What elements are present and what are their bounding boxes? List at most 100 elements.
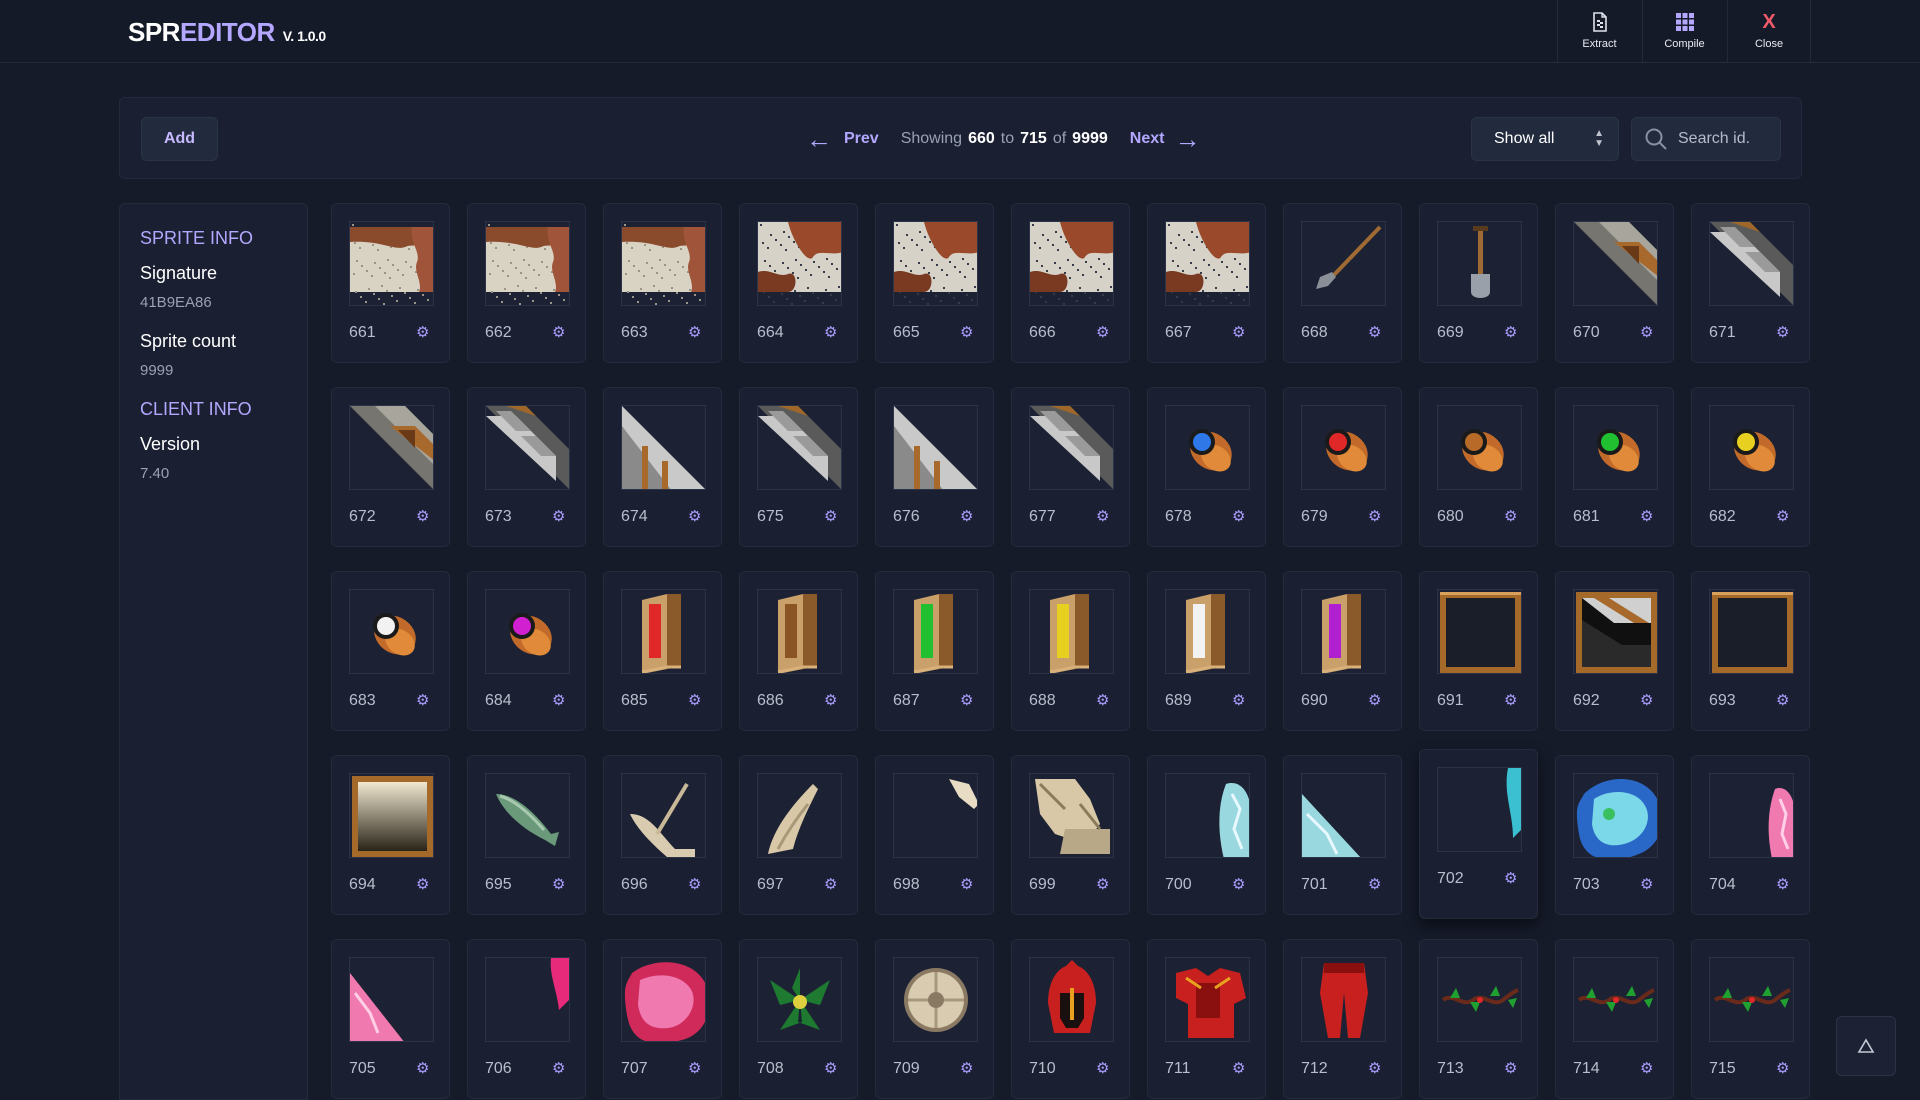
sprite-card[interactable]: 701 ⚙ [1283, 755, 1402, 915]
gear-icon[interactable]: ⚙ [1096, 877, 1110, 892]
gear-icon[interactable]: ⚙ [824, 325, 838, 340]
gear-icon[interactable]: ⚙ [1096, 325, 1110, 340]
sprite-card[interactable]: 714 ⚙ [1555, 939, 1674, 1099]
compile-button[interactable]: Compile [1642, 0, 1726, 62]
sprite-card[interactable]: 678 ⚙ [1147, 387, 1266, 547]
gear-icon[interactable]: ⚙ [1776, 877, 1790, 892]
gear-icon[interactable]: ⚙ [1640, 325, 1654, 340]
gear-icon[interactable]: ⚙ [960, 509, 974, 524]
sprite-card[interactable]: 672 ⚙ [331, 387, 450, 547]
sprite-card[interactable]: 689 ⚙ [1147, 571, 1266, 731]
gear-icon[interactable]: ⚙ [1368, 693, 1382, 708]
gear-icon[interactable]: ⚙ [1096, 1061, 1110, 1076]
sprite-card[interactable]: 708 ⚙ [739, 939, 858, 1099]
gear-icon[interactable]: ⚙ [1232, 877, 1246, 892]
next-arrow-icon[interactable]: → [1174, 126, 1200, 152]
gear-icon[interactable]: ⚙ [1096, 509, 1110, 524]
gear-icon[interactable]: ⚙ [1232, 325, 1246, 340]
gear-icon[interactable]: ⚙ [1368, 1061, 1382, 1076]
sprite-card[interactable]: 681 ⚙ [1555, 387, 1674, 547]
gear-icon[interactable]: ⚙ [416, 1061, 430, 1076]
gear-icon[interactable]: ⚙ [1232, 1061, 1246, 1076]
sprite-card[interactable]: 704 ⚙ [1691, 755, 1810, 915]
sprite-card[interactable]: 675 ⚙ [739, 387, 858, 547]
gear-icon[interactable]: ⚙ [416, 877, 430, 892]
gear-icon[interactable]: ⚙ [824, 1061, 838, 1076]
search-box[interactable] [1631, 117, 1781, 161]
gear-icon[interactable]: ⚙ [1504, 325, 1518, 340]
sprite-card[interactable]: 665 ⚙ [875, 203, 994, 363]
gear-icon[interactable]: ⚙ [416, 509, 430, 524]
gear-icon[interactable]: ⚙ [1368, 325, 1382, 340]
sprite-card[interactable]: 668 ⚙ [1283, 203, 1402, 363]
sprite-card[interactable]: 713 ⚙ [1419, 939, 1538, 1099]
gear-icon[interactable]: ⚙ [688, 509, 702, 524]
gear-icon[interactable]: ⚙ [552, 509, 566, 524]
gear-icon[interactable]: ⚙ [1640, 1061, 1654, 1076]
sprite-card[interactable]: 661 ⚙ [331, 203, 450, 363]
sprite-card[interactable]: 706 ⚙ [467, 939, 586, 1099]
gear-icon[interactable]: ⚙ [1232, 693, 1246, 708]
gear-icon[interactable]: ⚙ [416, 693, 430, 708]
sprite-card[interactable]: 707 ⚙ [603, 939, 722, 1099]
sprite-card[interactable]: 683 ⚙ [331, 571, 450, 731]
sprite-card[interactable]: 691 ⚙ [1419, 571, 1538, 731]
gear-icon[interactable]: ⚙ [552, 1061, 566, 1076]
gear-icon[interactable]: ⚙ [688, 693, 702, 708]
gear-icon[interactable]: ⚙ [824, 509, 838, 524]
add-button[interactable]: Add [141, 117, 218, 161]
sprite-card[interactable]: 692 ⚙ [1555, 571, 1674, 731]
gear-icon[interactable]: ⚙ [552, 877, 566, 892]
sprite-card[interactable]: 666 ⚙ [1011, 203, 1130, 363]
sprite-card[interactable]: 715 ⚙ [1691, 939, 1810, 1099]
gear-icon[interactable]: ⚙ [1368, 877, 1382, 892]
sprite-card[interactable]: 709 ⚙ [875, 939, 994, 1099]
sprite-card[interactable]: 667 ⚙ [1147, 203, 1266, 363]
extract-button[interactable]: Extract [1557, 0, 1641, 62]
gear-icon[interactable]: ⚙ [1776, 693, 1790, 708]
sprite-card[interactable]: 712 ⚙ [1283, 939, 1402, 1099]
sprite-card[interactable]: 695 ⚙ [467, 755, 586, 915]
gear-icon[interactable]: ⚙ [552, 325, 566, 340]
prev-arrow-icon[interactable]: ← [806, 126, 832, 152]
sprite-card[interactable]: 669 ⚙ [1419, 203, 1538, 363]
gear-icon[interactable]: ⚙ [552, 693, 566, 708]
sprite-card[interactable]: 685 ⚙ [603, 571, 722, 731]
search-input[interactable] [1678, 130, 1774, 148]
scroll-to-top-button[interactable] [1836, 1016, 1896, 1076]
gear-icon[interactable]: ⚙ [960, 693, 974, 708]
sprite-card[interactable]: 677 ⚙ [1011, 387, 1130, 547]
gear-icon[interactable]: ⚙ [824, 693, 838, 708]
gear-icon[interactable]: ⚙ [1504, 1061, 1518, 1076]
gear-icon[interactable]: ⚙ [1640, 877, 1654, 892]
gear-icon[interactable]: ⚙ [1776, 1061, 1790, 1076]
gear-icon[interactable]: ⚙ [416, 325, 430, 340]
gear-icon[interactable]: ⚙ [960, 325, 974, 340]
sprite-card[interactable]: 711 ⚙ [1147, 939, 1266, 1099]
sprite-card[interactable]: 702 ⚙ [1419, 749, 1538, 919]
sprite-card[interactable]: 673 ⚙ [467, 387, 586, 547]
filter-select[interactable]: Show all ▲ ▼ [1471, 117, 1619, 161]
sprite-card[interactable]: 670 ⚙ [1555, 203, 1674, 363]
sprite-card[interactable]: 680 ⚙ [1419, 387, 1538, 547]
sprite-card[interactable]: 710 ⚙ [1011, 939, 1130, 1099]
gear-icon[interactable]: ⚙ [1776, 509, 1790, 524]
next-button[interactable]: Next [1130, 130, 1165, 148]
gear-icon[interactable]: ⚙ [688, 1061, 702, 1076]
sprite-card[interactable]: 662 ⚙ [467, 203, 586, 363]
sprite-card[interactable]: 703 ⚙ [1555, 755, 1674, 915]
sprite-card[interactable]: 671 ⚙ [1691, 203, 1810, 363]
sprite-card[interactable]: 699 ⚙ [1011, 755, 1130, 915]
sprite-card[interactable]: 674 ⚙ [603, 387, 722, 547]
gear-icon[interactable]: ⚙ [688, 877, 702, 892]
sprite-card[interactable]: 690 ⚙ [1283, 571, 1402, 731]
gear-icon[interactable]: ⚙ [688, 325, 702, 340]
sprite-card[interactable]: 688 ⚙ [1011, 571, 1130, 731]
sprite-card[interactable]: 694 ⚙ [331, 755, 450, 915]
sprite-card[interactable]: 679 ⚙ [1283, 387, 1402, 547]
sprite-card[interactable]: 693 ⚙ [1691, 571, 1810, 731]
gear-icon[interactable]: ⚙ [1096, 693, 1110, 708]
sprite-card[interactable]: 676 ⚙ [875, 387, 994, 547]
sprite-card[interactable]: 697 ⚙ [739, 755, 858, 915]
gear-icon[interactable]: ⚙ [1368, 509, 1382, 524]
